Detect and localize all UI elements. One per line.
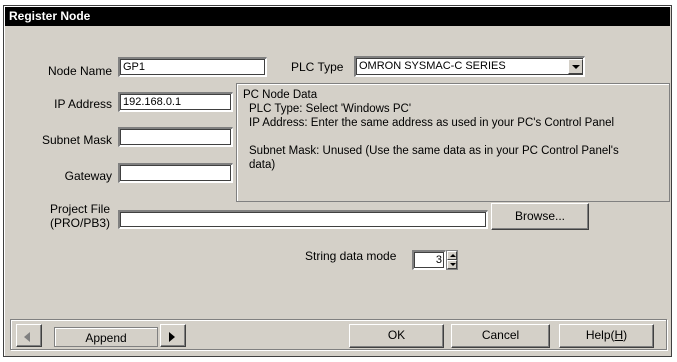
gateway-input[interactable] (118, 163, 233, 183)
project-file-label-line1: Project File (49, 202, 111, 216)
info-line-ip-address: IP Address: Enter the same address as us… (249, 117, 615, 129)
plc-type-value: OMRON SYSMAC-C SERIES (359, 60, 506, 72)
string-data-mode-input[interactable]: 3 (412, 250, 446, 270)
spinner-down-icon[interactable] (447, 260, 457, 269)
ip-address-input[interactable]: 192.168.0.1 (118, 92, 233, 112)
project-file-input[interactable] (118, 210, 488, 229)
node-name-input[interactable]: GP1 (118, 57, 267, 77)
gateway-label: Gateway (64, 169, 112, 183)
project-file-label: Project File (PRO/PB3) (48, 202, 112, 230)
plc-type-select[interactable]: OMRON SYSMAC-C SERIES (354, 56, 585, 77)
subnet-mask-input[interactable] (118, 127, 233, 147)
append-mode-label: Append (54, 327, 158, 347)
next-arrow-icon[interactable] (160, 324, 186, 347)
help-label: Help( (585, 328, 615, 342)
help-accelerator: H (614, 328, 624, 342)
subnet-mask-label: Subnet Mask (41, 133, 112, 147)
ip-address-label: IP Address (54, 97, 112, 111)
help-label-close: ) (623, 328, 628, 342)
plc-type-label: PLC Type (291, 60, 344, 74)
chevron-down-icon[interactable] (568, 59, 583, 74)
project-file-label-line2: (PRO/PB3) (49, 216, 110, 230)
string-data-mode-label: String data mode (305, 249, 397, 263)
ok-button[interactable]: OK (349, 324, 444, 348)
node-name-label: Node Name (47, 64, 112, 78)
register-node-dialog: Register Node Node Name GP1 PLC Type OMR… (3, 5, 672, 357)
cancel-button[interactable]: Cancel (451, 324, 550, 348)
info-line-subnet-mask: Subnet Mask: Unused (Use the same data a… (249, 145, 619, 157)
info-heading: PC Node Data (243, 89, 318, 101)
previous-arrow-icon[interactable] (16, 324, 42, 347)
pc-node-data-panel: PC Node Data PLC Type: Select 'Windows P… (236, 83, 670, 202)
string-data-mode-spinner[interactable] (446, 250, 458, 270)
info-line-plc-type: PLC Type: Select 'Windows PC' (249, 103, 412, 115)
info-line-data: data) (249, 159, 276, 171)
dialog-title: Register Node (5, 7, 670, 26)
help-button[interactable]: Help(H) (559, 324, 654, 348)
browse-button[interactable]: Browse... (491, 203, 589, 230)
spinner-up-icon[interactable] (447, 251, 457, 260)
